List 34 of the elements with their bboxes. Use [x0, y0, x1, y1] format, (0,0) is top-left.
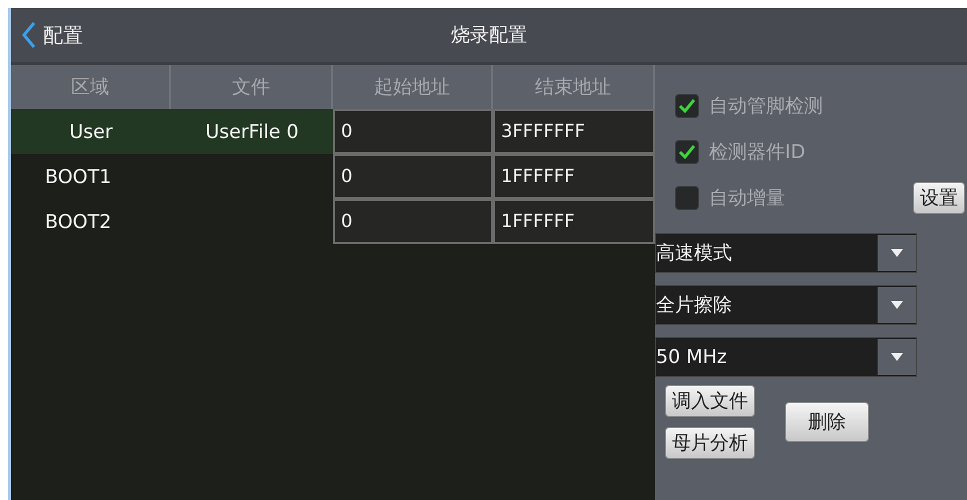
window-title: 烧录配置	[451, 23, 527, 48]
table-row-highlight[interactable]: User UserFile 0	[11, 109, 333, 154]
chevron-left-icon	[21, 21, 37, 49]
checkmark-icon	[679, 99, 695, 113]
load-file-button[interactable]: 调入文件	[665, 385, 755, 417]
dropdown-arrow-icon	[890, 352, 904, 362]
back-button[interactable]: 配置	[21, 21, 83, 49]
table-cell-text: BOOT1	[44, 166, 112, 188]
table-row-highlight[interactable]: BOOT1	[11, 154, 333, 199]
dropdown[interactable]: 50 MHz	[655, 337, 917, 377]
analyze-button[interactable]: 母片分析	[665, 427, 755, 459]
input-field[interactable]: 0	[333, 109, 493, 154]
input-field[interactable]: 1FFFFFF	[493, 199, 655, 244]
checkmark-icon	[679, 145, 695, 159]
table-row-highlight[interactable]: BOOT2	[11, 199, 333, 244]
table-cell-text: BOOT2	[44, 210, 112, 232]
dropdown[interactable]: 全片擦除	[655, 285, 917, 325]
dropdown-arrow-icon	[890, 300, 904, 310]
dropdown[interactable]: 高速模式	[655, 233, 917, 273]
dropdown-arrow-icon	[890, 248, 904, 258]
table-cell-text: User	[68, 120, 114, 142]
checkbox[interactable]	[675, 186, 699, 210]
table-cell-text: UserFile 0	[204, 120, 300, 142]
input-field[interactable]: 1FFFFFF	[493, 154, 655, 199]
input-field[interactable]: 0	[333, 154, 493, 199]
checkbox[interactable]	[675, 140, 699, 164]
checkbox-label: 自动增量	[709, 186, 785, 211]
checkbox[interactable]	[675, 94, 699, 118]
checkbox-label: 检测器件ID	[709, 140, 806, 165]
settings-button[interactable]: 设置	[913, 182, 965, 214]
checkbox-label: 自动管脚检测	[709, 94, 823, 119]
delete-button[interactable]: 删除	[785, 402, 869, 442]
input-field[interactable]: 0	[333, 199, 493, 244]
input-field[interactable]: 3FFFFFFF	[493, 109, 655, 154]
